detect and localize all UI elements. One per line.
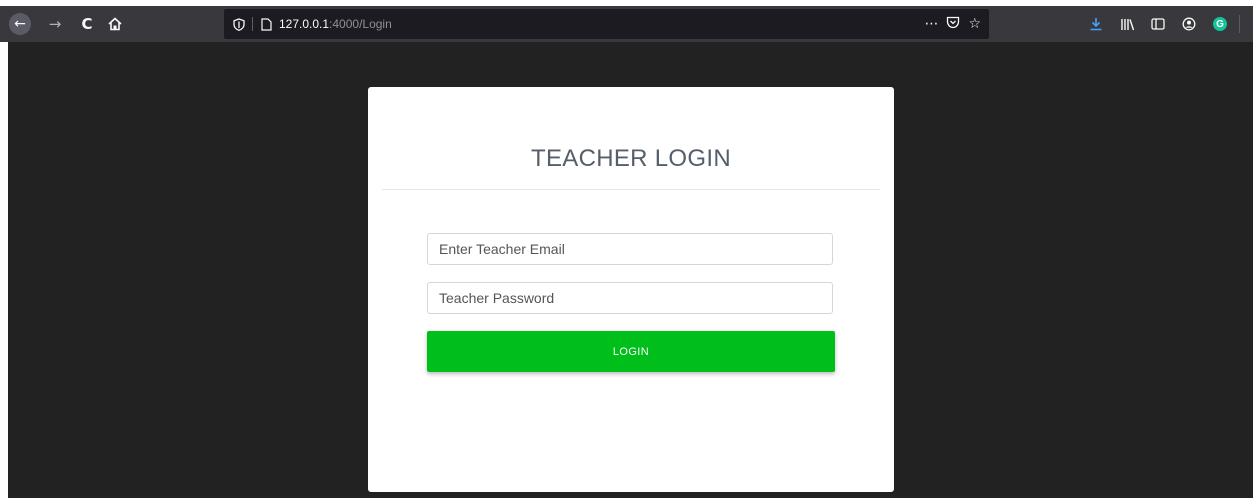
toolbar-divider	[1239, 15, 1240, 33]
forward-icon[interactable]: →	[44, 6, 66, 42]
pocket-icon[interactable]	[946, 16, 960, 33]
urlbar-separator	[252, 17, 253, 31]
address-bar[interactable]: 127.0.0.1:4000/Login ⋯ ☆	[224, 9, 989, 39]
reload-icon[interactable]: C	[76, 6, 98, 42]
login-card: TEACHER LOGIN LOGIN	[368, 87, 894, 492]
grammarly-icon[interactable]: G	[1208, 12, 1232, 36]
login-button[interactable]: LOGIN	[427, 331, 835, 372]
library-icon[interactable]	[1115, 12, 1139, 36]
login-title: TEACHER LOGIN	[531, 145, 731, 172]
star-icon[interactable]: ☆	[968, 16, 981, 32]
shield-icon[interactable]	[231, 9, 247, 39]
hamburger-menu-icon[interactable]: ≡	[1248, 12, 1253, 36]
account-icon[interactable]	[1177, 12, 1201, 36]
browser-window: ← → C 127.0.0.1:4000/Login ⋯ ☆ G TEACHER…	[0, 0, 1253, 500]
url-text[interactable]: 127.0.0.1:4000/Login	[279, 9, 392, 39]
back-icon[interactable]: ←	[9, 13, 31, 35]
sidebar-icon[interactable]	[1146, 12, 1170, 36]
password-field[interactable]	[427, 282, 833, 314]
download-icon[interactable]	[1084, 12, 1108, 36]
ellipsis-icon[interactable]: ⋯	[924, 16, 938, 32]
grammarly-letter: G	[1213, 17, 1227, 31]
toolbar-actions: G ≡	[1084, 6, 1253, 42]
email-field[interactable]	[427, 233, 833, 265]
page-icon[interactable]	[258, 9, 274, 39]
urlbar-actions: ⋯ ☆	[924, 9, 981, 39]
url-host: 127.0.0.1	[279, 17, 330, 31]
home-icon[interactable]	[104, 6, 126, 42]
title-divider	[382, 189, 880, 190]
page-viewport: TEACHER LOGIN LOGIN	[8, 42, 1253, 498]
url-path: :4000/Login	[329, 17, 392, 31]
browser-toolbar: ← → C 127.0.0.1:4000/Login ⋯ ☆ G	[0, 6, 1253, 42]
